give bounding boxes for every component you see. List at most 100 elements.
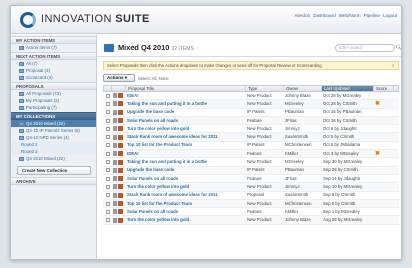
document-icon [113, 109, 117, 115]
actions-dropdown[interactable]: Actions ▾ [103, 74, 135, 82]
row-checkbox[interactable] [106, 93, 110, 98]
create-collection-button[interactable]: Create New Collection [17, 166, 91, 175]
nav-logout[interactable]: Logout [383, 13, 397, 18]
row-icons [111, 176, 125, 182]
sidebar-item-all[interactable]: All (7) [11, 60, 96, 67]
sidebar-item-q3-2010-mixed[interactable]: Q3 2010 Mixed (22) [11, 155, 96, 162]
last-updated: Oct 28 by MGrealey [323, 92, 362, 98]
row-icons [111, 159, 125, 165]
proposal-owner: MGreeley [285, 100, 304, 106]
proposal-title-link[interactable]: Turn the color yellow into gold [125, 125, 245, 133]
proposal-title-link[interactable]: Solar Panels on all roads [125, 208, 245, 216]
proposal-icon [118, 134, 123, 140]
search-icon[interactable]: 🔍︎ [396, 45, 401, 51]
flag-x-icon[interactable]: ✖ [375, 101, 380, 107]
row-checkbox[interactable] [106, 176, 110, 181]
proposal-icon [118, 159, 123, 165]
info-notice: Select Proposals then click the Actions … [103, 61, 399, 70]
nav-pipeline[interactable]: Pipeline [364, 13, 380, 18]
row-checkbox-cell [103, 151, 111, 156]
row-checkbox[interactable] [106, 151, 110, 156]
sidebar-item-npd-series[interactable]: Q4-10 NPD Series (4) [11, 134, 96, 141]
sidebar-item-round-2[interactable]: Round 2 [11, 148, 96, 155]
proposal-icon [118, 93, 123, 99]
sidebar-item-ip-patents[interactable]: Q4-10 IP Patents Series (6) [11, 127, 96, 134]
row-checkbox[interactable] [106, 126, 110, 131]
row-checkbox[interactable] [106, 209, 110, 214]
proposal-title-link[interactable]: Upgrade the base code [125, 166, 245, 174]
select-links[interactable]: Select: All, None [138, 76, 169, 81]
search-input[interactable]: Enter search 🔍︎ [335, 44, 401, 52]
last-updated: Sep 28 by CSmith [323, 167, 358, 173]
proposal-title-link[interactable]: Solar Panels on all roads [125, 117, 245, 125]
row-checkbox[interactable] [106, 193, 110, 198]
proposal-owner: MChristensen [285, 142, 312, 148]
section-proposals[interactable]: PROPOSALS [11, 82, 96, 90]
row-checkbox-cell [103, 201, 111, 206]
proposal-title-link[interactable]: IDEA! [125, 92, 245, 100]
proposal-icon [118, 184, 123, 190]
proposal-title-link[interactable]: Stack Rank room of awesome ideas for 201… [125, 191, 245, 199]
sidebar-item-participating[interactable]: Participating (7) [11, 104, 96, 111]
row-checkbox[interactable] [106, 110, 110, 115]
row-checkbox[interactable] [106, 143, 110, 148]
sidebar-item-my-proposals[interactable]: My Proposals (2) [11, 97, 96, 104]
row-checkbox[interactable] [106, 218, 110, 223]
proposal-owner: JFrias [285, 175, 297, 181]
proposal-type: New Product [247, 134, 272, 140]
col-score[interactable]: Score [374, 86, 394, 91]
row-checkbox[interactable] [106, 168, 110, 173]
nav-dashboard[interactable]: Dashboard [313, 13, 335, 18]
action-bar: Actions ▾ Select: All, None [103, 73, 399, 83]
proposal-title-link[interactable]: Turn the color yellow into gold [125, 216, 245, 224]
proposal-title-link[interactable]: Stack Rank room of awesome ideas for 201… [125, 133, 245, 141]
sidebar-item-all-proposals[interactable]: All Proposals (73) [11, 90, 96, 97]
flag-x-icon[interactable]: ✖ [375, 151, 380, 157]
select-all-column[interactable] [104, 86, 112, 91]
table-row[interactable]: Turn the color yellow into gold New Produ… [103, 216, 399, 225]
row-checkbox[interactable] [106, 201, 110, 206]
row-checkbox[interactable] [106, 160, 110, 165]
section-my-collections[interactable]: MY COLLECTIONS [11, 112, 96, 120]
proposal-title-link[interactable]: Taking the sun and putting it in a bottl… [125, 100, 245, 108]
row-checkbox[interactable] [106, 118, 110, 123]
sidebar-item-scorecard[interactable]: Scorecard (4) [11, 74, 96, 81]
proposal-title-link[interactable]: Top 10 list for the Product Team [125, 200, 245, 208]
proposal-icon [118, 217, 123, 223]
proposal-title-link[interactable]: Turn the color yellow into gold [125, 183, 245, 191]
proposal-title-link[interactable]: Upgrade the base code [125, 108, 245, 116]
table-body: IDEA! New Product Johnny Blaze Oct 28 by MG… [103, 92, 399, 225]
proposal-type: New Product [247, 183, 272, 189]
sidebar: MY ACTION ITEMS Action Items (7) NEXT AC… [11, 35, 97, 259]
last-updated: Sep 6 by CSmith [323, 200, 356, 206]
nav-webnorm[interactable]: Web/Norm [339, 13, 361, 18]
row-checkbox-cell [103, 126, 111, 131]
proposal-title-link[interactable]: Solar Panels on all roads [125, 175, 245, 183]
sidebar-item-action-items[interactable]: Action Items (7) [11, 44, 96, 51]
proposal-title-link[interactable]: IDEA! [125, 150, 245, 158]
row-checkbox[interactable] [106, 135, 110, 140]
col-type[interactable]: Type [246, 86, 284, 91]
nav-user[interactable]: Alerdon [294, 13, 310, 18]
app-logo[interactable]: INNOVATION SUITE [41, 13, 150, 25]
proposal-title-link[interactable]: Top 10 list for the Product Team [125, 141, 245, 149]
col-owner[interactable]: Owner [284, 86, 322, 91]
proposal-type: IP Patent [247, 109, 265, 115]
col-last-updated[interactable]: Last Updated [322, 86, 374, 91]
section-my-action-items[interactable]: MY ACTION ITEMS [11, 36, 96, 44]
row-checkbox-cell [103, 176, 111, 181]
proposal-type: New Product [247, 100, 272, 106]
row-checkbox[interactable] [106, 101, 110, 106]
sidebar-item-proposal[interactable]: Proposal (3) [11, 67, 96, 74]
sidebar-item-q4-2010-mixed[interactable]: Q4 2010 Mixed (22) [11, 120, 96, 127]
row-checkbox-cell [103, 168, 111, 173]
section-archive[interactable]: ARCHIVE [11, 177, 96, 185]
close-icon[interactable]: ✕ [391, 62, 395, 69]
sidebar-item-round-1[interactable]: Round 1 [11, 141, 96, 148]
col-proposal-title[interactable]: Proposal Title [126, 86, 246, 91]
folder-icon [19, 121, 24, 126]
proposal-title-link[interactable]: Taking the sun and putting it in a bottl… [125, 158, 245, 166]
row-checkbox[interactable] [106, 184, 110, 189]
section-next-action-items[interactable]: NEXT ACTION ITEMS [11, 52, 96, 60]
proposal-icon [118, 151, 123, 157]
